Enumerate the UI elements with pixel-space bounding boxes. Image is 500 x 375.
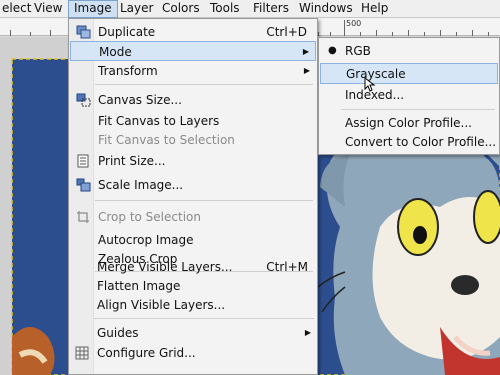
menu-item-transform[interactable]: Transform ▶ xyxy=(70,61,316,81)
menu-item-crop-to-selection: Crop to Selection xyxy=(70,207,316,227)
submenu-arrow-icon: ▶ xyxy=(304,328,311,337)
menu-separator xyxy=(341,109,495,110)
ruler-label: 500 xyxy=(346,19,362,28)
menu-item-canvas-size[interactable]: Canvas Size... xyxy=(70,90,316,110)
scale-image-icon xyxy=(76,178,91,192)
menu-item-shortcut: Ctrl+M xyxy=(266,260,308,274)
menu-colors[interactable]: Colors xyxy=(157,0,205,18)
image-menu: Duplicate Ctrl+D Mode ▶ Transform ▶ Canv… xyxy=(68,18,318,375)
grid-icon xyxy=(75,346,90,360)
menu-item-label: Fit Canvas to Selection xyxy=(98,133,235,147)
duplicate-icon xyxy=(76,25,91,39)
menu-item-configure-grid[interactable]: Configure Grid... xyxy=(69,343,317,363)
menu-item-label: Fit Canvas to Layers xyxy=(98,114,220,128)
menu-item-fit-canvas-to-selection: Fit Canvas to Selection xyxy=(70,130,316,150)
submenu-item-indexed[interactable]: Indexed... xyxy=(320,85,498,106)
menu-item-label: Scale Image... xyxy=(98,178,184,192)
menu-item-label: Mode xyxy=(99,45,132,59)
menu-item-label: Align Visible Layers... xyxy=(97,298,226,312)
menu-item-label: Autocrop Image xyxy=(98,233,194,247)
radio-selected-icon: ● xyxy=(328,45,337,56)
menu-item-label: Guides xyxy=(97,326,139,340)
menu-view[interactable]: View xyxy=(29,0,67,18)
menu-item-scale-image[interactable]: Scale Image... xyxy=(70,175,316,195)
menu-separator xyxy=(95,200,313,201)
submenu-item-grayscale[interactable]: Grayscale xyxy=(320,63,498,84)
menubar: elect View Image Layer Colors Tools Filt… xyxy=(0,0,500,18)
mouse-cursor-icon xyxy=(364,77,376,92)
menu-item-label: Print Size... xyxy=(98,154,166,168)
mode-submenu: ● RGB Grayscale Indexed... Assign Color … xyxy=(318,37,500,155)
menu-item-fit-canvas-to-layers[interactable]: Fit Canvas to Layers xyxy=(70,111,316,131)
menu-item-label: Duplicate xyxy=(98,25,156,39)
menu-item-shortcut: Ctrl+D xyxy=(266,25,307,39)
menu-tools[interactable]: Tools xyxy=(205,0,245,18)
submenu-item-label: Assign Color Profile... xyxy=(345,116,472,130)
submenu-item-convert-to-color-profile[interactable]: Convert to Color Profile... xyxy=(320,132,498,153)
submenu-item-label: Convert to Color Profile... xyxy=(345,135,497,149)
menu-separator xyxy=(95,84,313,85)
menu-item-merge-visible-layers[interactable]: Merge Visible Layers... Ctrl+M xyxy=(69,257,317,277)
submenu-item-label: RGB xyxy=(345,44,371,58)
menu-item-label: Flatten Image xyxy=(97,279,181,293)
menu-item-duplicate[interactable]: Duplicate Ctrl+D xyxy=(70,22,316,42)
submenu-arrow-icon: ▶ xyxy=(302,47,309,56)
canvas-size-icon xyxy=(76,93,91,107)
menu-filters[interactable]: Filters xyxy=(248,0,294,18)
submenu-item-assign-color-profile[interactable]: Assign Color Profile... xyxy=(320,113,498,134)
menu-item-label: Crop to Selection xyxy=(98,210,201,224)
menu-windows[interactable]: Windows xyxy=(294,0,358,18)
submenu-item-rgb[interactable]: ● RGB xyxy=(320,41,498,62)
menu-item-align-visible-layers[interactable]: Align Visible Layers... xyxy=(69,295,317,315)
menu-layer[interactable]: Layer xyxy=(115,0,158,18)
menu-item-flatten-image[interactable]: Flatten Image xyxy=(69,276,317,296)
menu-item-label: Transform xyxy=(98,64,158,78)
submenu-arrow-icon: ▶ xyxy=(303,66,310,75)
menu-item-guides[interactable]: Guides ▶ xyxy=(69,323,317,343)
menu-item-print-size[interactable]: Print Size... xyxy=(70,151,316,171)
crop-icon xyxy=(76,210,91,224)
menu-help[interactable]: Help xyxy=(356,0,393,18)
menu-item-label: Configure Grid... xyxy=(97,346,196,360)
print-size-icon xyxy=(76,154,91,168)
menu-item-label: Canvas Size... xyxy=(98,93,182,107)
menu-item-label: Merge Visible Layers... xyxy=(97,260,233,274)
menu-item-mode[interactable]: Mode ▶ xyxy=(70,41,316,61)
menu-image[interactable]: Image xyxy=(68,0,118,18)
menu-item-autocrop-image[interactable]: Autocrop Image xyxy=(70,230,316,250)
